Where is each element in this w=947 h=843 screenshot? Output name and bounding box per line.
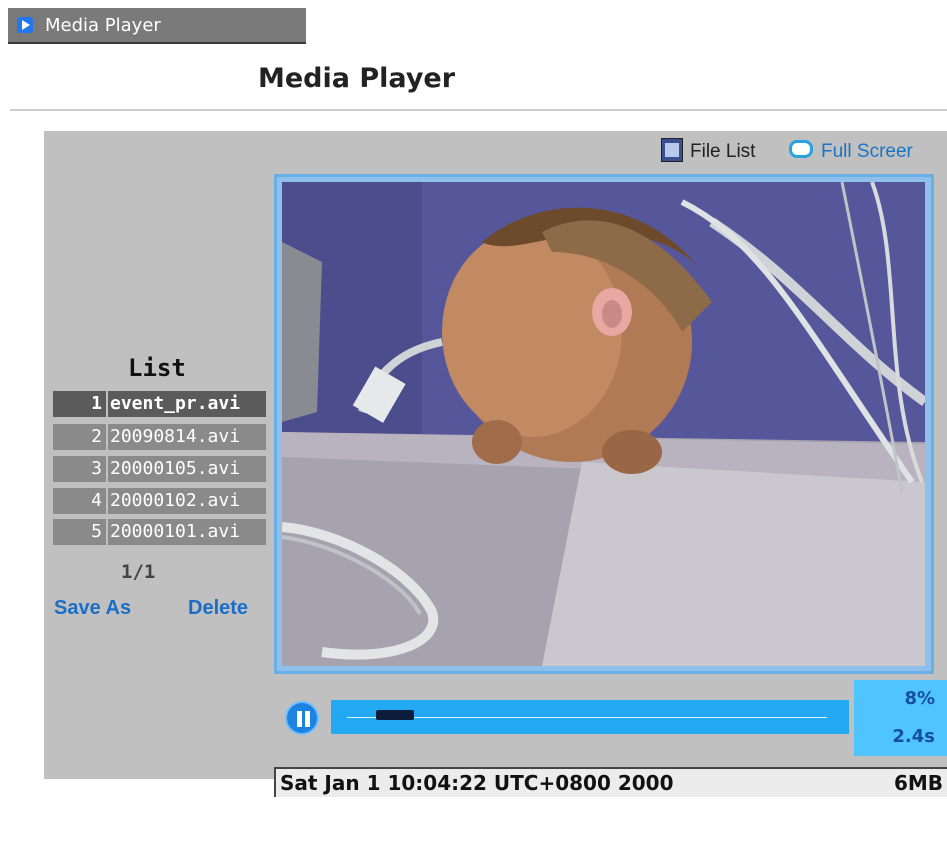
elapsed-time: 2.4s <box>892 726 935 747</box>
section-tab-label: Media Player <box>45 15 161 36</box>
progress-thumb[interactable] <box>376 710 414 720</box>
list-item-index: 2 <box>53 424 106 450</box>
video-frame-image <box>282 182 925 666</box>
list-item-name: 20000102.avi <box>108 488 266 514</box>
full-screen-link[interactable]: Full Screer <box>821 141 913 163</box>
list-title: List <box>128 354 186 382</box>
play-triangle-icon <box>17 17 33 33</box>
list-item-index: 1 <box>53 391 106 417</box>
list-item-name: 20000101.avi <box>108 519 266 545</box>
video-display[interactable] <box>282 182 925 666</box>
list-item[interactable]: 1 event_pr.avi <box>53 391 266 417</box>
list-item[interactable]: 3 20000105.avi <box>53 456 266 482</box>
list-item-name: 20090814.avi <box>108 424 266 450</box>
list-item[interactable]: 2 20090814.avi <box>53 424 266 450</box>
status-bar: Sat Jan 1 10:04:22 UTC+0800 2000 6MB <box>274 767 947 797</box>
list-item-index: 3 <box>53 456 106 482</box>
page-indicator: 1/1 <box>121 561 156 583</box>
sd-card-icon[interactable] <box>661 138 683 162</box>
file-size: 6MB <box>893 771 943 795</box>
recording-datetime: Sat Jan 1 10:04:22 UTC+0800 2000 <box>280 771 674 795</box>
list-item[interactable]: 4 20000102.avi <box>53 488 266 514</box>
list-item-index: 5 <box>53 519 106 545</box>
progress-readout: 8% 2.4s <box>854 680 947 756</box>
file-list-link[interactable]: File List <box>690 141 755 163</box>
progress-track-line <box>347 717 827 718</box>
title-divider <box>10 109 947 111</box>
save-as-button[interactable]: Save As <box>54 597 131 620</box>
full-screen-icon[interactable] <box>789 140 813 158</box>
progress-percent: 8% <box>904 688 935 709</box>
list-item-name: 20000105.avi <box>108 456 266 482</box>
list-item[interactable]: 5 20000101.avi <box>53 519 266 545</box>
pause-icon[interactable] <box>285 701 319 735</box>
list-item-index: 4 <box>53 488 106 514</box>
section-tab[interactable]: Media Player <box>8 8 306 44</box>
delete-button[interactable]: Delete <box>188 597 248 620</box>
list-item-name: event_pr.avi <box>108 391 266 417</box>
progress-slider[interactable] <box>331 700 849 734</box>
page-title: Media Player <box>258 63 456 94</box>
